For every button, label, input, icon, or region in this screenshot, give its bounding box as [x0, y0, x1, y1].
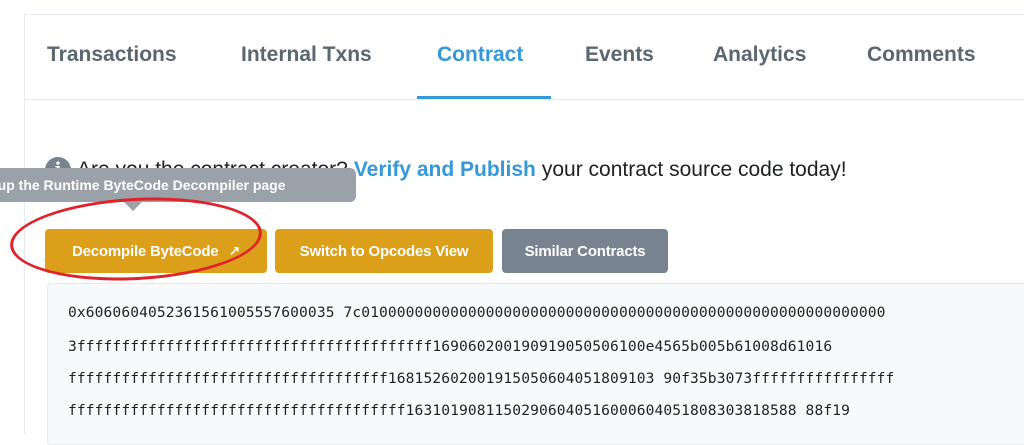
bytecode-line: ffffffffffffffffffffffffffffffffffffff16… [68, 402, 850, 419]
decompiler-tooltip: Open up the Runtime ByteCode Decompiler … [0, 168, 356, 202]
bytecode-line: 3fffffffffffffffffffffffffffffffffffffff… [68, 338, 833, 355]
switch-to-opcodes-button[interactable]: Switch to Opcodes View [275, 229, 493, 273]
tab-transactions[interactable]: Transactions [47, 43, 177, 67]
tooltip-text: Open up the Runtime ByteCode Decompiler … [0, 177, 286, 193]
tab-bar: Transactions Internal Txns Contract Even… [25, 15, 1024, 100]
bytecode-box[interactable]: 0x6060604052361561005557600035 7c0100000… [47, 283, 1024, 445]
active-tab-indicator [417, 96, 551, 99]
tab-events[interactable]: Events [585, 43, 654, 67]
similar-contracts-button[interactable]: Similar Contracts [502, 229, 668, 273]
notice-suffix: your contract source code today! [541, 158, 847, 181]
decompile-bytecode-label: Decompile ByteCode [72, 242, 219, 260]
external-link-icon: ↗ [228, 242, 240, 259]
bytecode-line: 0x6060604052361561005557600035 7c0100000… [68, 304, 886, 321]
bytecode-line: ffffffffffffffffffffffffffffffffffff1681… [68, 370, 895, 387]
decompile-bytecode-button[interactable]: Decompile ByteCode ↗ [45, 229, 267, 273]
verify-and-publish-link[interactable]: Verify and Publish [354, 158, 536, 182]
tab-analytics[interactable]: Analytics [713, 43, 806, 67]
tab-internal-txns[interactable]: Internal Txns [241, 43, 372, 67]
tab-comments[interactable]: Comments [867, 43, 976, 67]
contract-card: Transactions Internal Txns Contract Even… [24, 14, 1024, 445]
tab-contract[interactable]: Contract [437, 43, 523, 67]
tooltip-arrow [124, 202, 142, 211]
